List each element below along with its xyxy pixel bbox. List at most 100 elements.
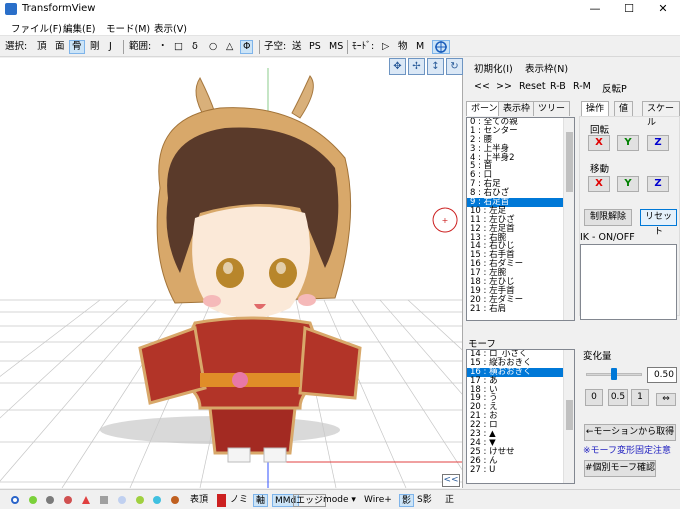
status-vertex-top[interactable]: 表頂 [190, 494, 208, 507]
3d-viewport[interactable]: + << [0, 58, 463, 488]
move-z-button[interactable]: Z [647, 176, 669, 192]
move-x-button[interactable]: X [588, 176, 610, 192]
change-slider-thumb[interactable] [611, 368, 617, 380]
status-axis[interactable]: 軸 [253, 494, 269, 507]
value-05-button[interactable]: 0.5 [608, 389, 628, 406]
select-bone[interactable]: 骨 [69, 40, 85, 54]
scene-canvas: + [0, 68, 462, 488]
change-slider[interactable] [586, 368, 642, 380]
reset-button[interactable]: リセット [640, 209, 677, 237]
rm-link[interactable]: R-M [573, 81, 591, 92]
color-icon[interactable] [64, 496, 72, 504]
range-circle[interactable]: ○ [207, 40, 219, 54]
tab-scale[interactable]: スケール [642, 101, 680, 128]
vertex-color-icon[interactable] [29, 496, 37, 504]
bone-list[interactable]: 0 : 全ての親 1 : センター 2 : 腰3 : 上半身 4 : 上半身2 5 : … [466, 117, 575, 321]
tab-tree[interactable]: ツリー [533, 101, 571, 116]
mode-morph[interactable]: M [414, 40, 426, 54]
rigid-icon[interactable] [153, 496, 161, 504]
zoom-icon[interactable]: ↕ [427, 58, 444, 75]
box-icon[interactable] [100, 496, 108, 504]
tab-value[interactable]: 値 [614, 101, 634, 116]
next-button[interactable]: >> [496, 81, 512, 92]
circle-icon[interactable] [11, 496, 19, 504]
child-ms[interactable]: MS [327, 40, 345, 54]
menu-edit[interactable]: 編集(E) [63, 21, 95, 35]
menu-bar: ファイル(F) 編集(E) モード(M) 表示(V) [0, 18, 680, 36]
menu-file[interactable]: ファイル(F) [11, 21, 62, 35]
change-value-field[interactable]: 0.50 [647, 367, 677, 383]
maximize-button[interactable]: ☐ [612, 0, 646, 18]
status-shadow[interactable]: 影 [399, 494, 415, 507]
morph-rows: 14 : ロ_小さく 15 : 縦おおきく 16 : 横おおきく 17 : あ 18 :… [467, 350, 574, 474]
select-joint[interactable]: J [107, 40, 114, 54]
mode-physics[interactable]: 物 [396, 40, 410, 54]
select-label: 選択: [5, 41, 28, 52]
morph-list-scrollbar[interactable] [563, 350, 574, 483]
select-vertex[interactable]: 頂 [35, 40, 49, 54]
rotate-view-icon[interactable]: ↻ [446, 58, 463, 75]
window-title: TransformView [22, 3, 96, 14]
close-button[interactable]: ✕ [646, 0, 680, 18]
range-triangle[interactable]: △ [224, 40, 235, 54]
bone-rows: 0 : 全ての親 1 : センター 2 : 腰3 : 上半身 4 : 上半身2 5 : … [467, 118, 574, 314]
rotate-x-button[interactable]: X [588, 135, 610, 151]
morph-list[interactable]: 14 : ロ_小さく 15 : 縦おおきく 16 : 横おおきく 17 : あ 18 :… [466, 349, 575, 484]
triangle-icon[interactable] [82, 496, 90, 504]
bone-row[interactable]: 21 : 右肩 [467, 304, 574, 314]
gear-icon[interactable] [46, 496, 54, 504]
light-icon[interactable] [118, 496, 126, 504]
menu-mode[interactable]: モード(M) [106, 21, 150, 35]
swap-icon[interactable]: ⇔ [656, 393, 676, 406]
bone-icon[interactable] [136, 496, 144, 504]
prev-button[interactable]: << [474, 81, 490, 92]
morph-label: モーフ [468, 339, 496, 350]
minimize-button[interactable]: — [578, 0, 612, 18]
status-edge[interactable]: エッジ [293, 494, 327, 507]
status-nomi[interactable]: ノミ [230, 494, 248, 507]
limit-release-button[interactable]: 制限解除 [584, 209, 632, 226]
status-ortho[interactable]: 正 [445, 494, 454, 507]
range-rect[interactable]: □ [172, 40, 185, 54]
get-from-motion-button[interactable]: ←モーションから取得 [584, 424, 676, 441]
select-face[interactable]: 面 [53, 40, 67, 54]
rotate-y-button[interactable]: Y [617, 135, 639, 151]
fixed-morph-note: ※モーフ変形固定注意 [583, 446, 672, 456]
child-label: 子空: [264, 41, 287, 52]
range-phi[interactable]: Φ [240, 40, 254, 54]
collapse-panel-button[interactable]: << [442, 474, 460, 487]
reset-link[interactable]: Reset [519, 81, 546, 92]
range-point[interactable]: ・ [156, 40, 170, 54]
mode-dropdown[interactable]: mode ▾ [323, 494, 356, 507]
morph-row[interactable]: 27 : U [467, 465, 574, 475]
individual-morph-button[interactable]: #個別モーフ確認 [584, 460, 656, 477]
mode-play[interactable]: ▷ [380, 40, 391, 54]
display-frame-button[interactable]: 表示枠(N) [525, 61, 568, 75]
range-label: 範囲: [129, 41, 152, 52]
move-view-icon[interactable]: ✥ [389, 58, 406, 75]
joint-icon[interactable] [171, 496, 179, 504]
target-icon[interactable] [432, 40, 450, 54]
value-0-button[interactable]: 0 [585, 389, 603, 406]
bone-list-scrollbar[interactable] [563, 118, 574, 320]
rotate-z-button[interactable]: Z [647, 135, 669, 151]
status-self-shadow[interactable]: S影 [417, 494, 432, 507]
flip-link[interactable]: 反転P [602, 81, 627, 95]
menu-view[interactable]: 表示(V) [154, 21, 187, 35]
wire-dropdown[interactable]: Wire+ [364, 494, 392, 507]
tab-display-frame[interactable]: 表示枠 [498, 101, 536, 116]
red-square-icon[interactable] [217, 494, 226, 507]
ik-list[interactable] [580, 244, 677, 320]
tab-operation[interactable]: 操作 [581, 101, 610, 116]
mode-label: ﾓｰﾄﾞ: [352, 41, 375, 52]
child-ps[interactable]: PS [307, 40, 323, 54]
rotate-label: 回転 [590, 125, 610, 136]
move-y-button[interactable]: Y [617, 176, 639, 192]
child-send[interactable]: 送 [290, 40, 304, 54]
range-delta[interactable]: δ [190, 40, 200, 54]
rb-link[interactable]: R-B [550, 81, 566, 92]
select-rigid[interactable]: 剛 [88, 40, 102, 54]
value-1-button[interactable]: 1 [631, 389, 649, 406]
init-button[interactable]: 初期化(I) [474, 61, 513, 75]
move-xy-icon[interactable]: ✢ [408, 58, 425, 75]
